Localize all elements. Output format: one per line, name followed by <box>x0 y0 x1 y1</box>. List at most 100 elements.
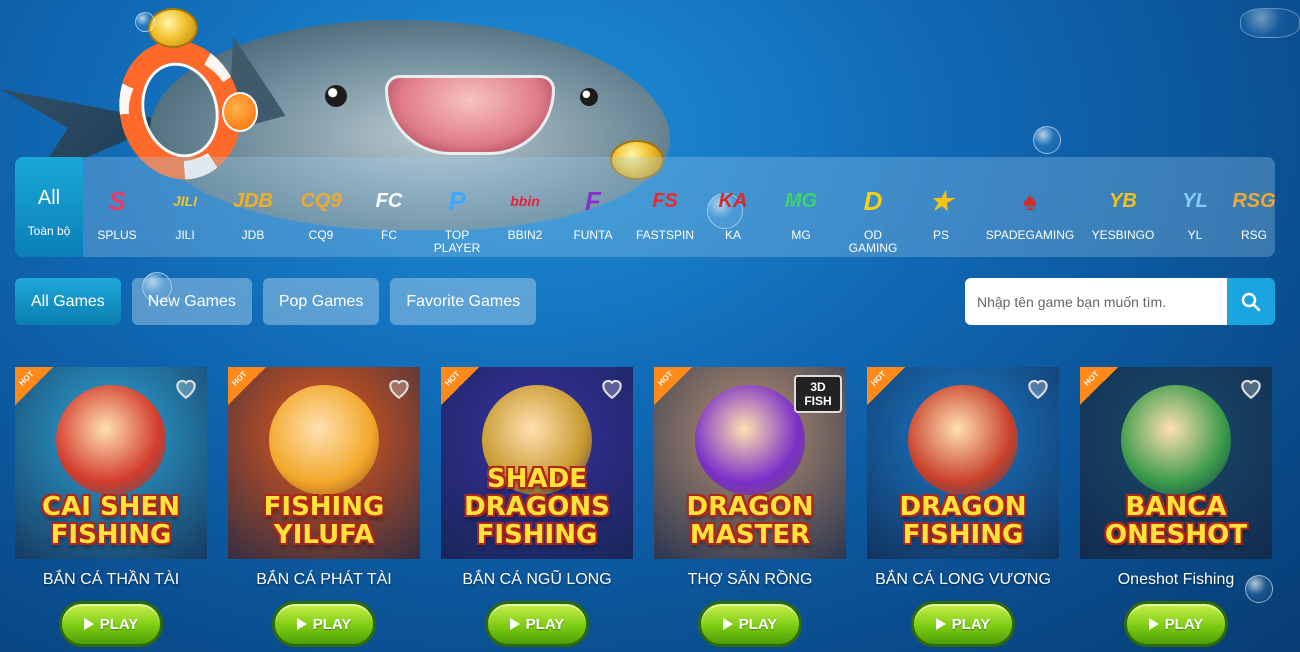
play-label: PLAY <box>99 615 139 633</box>
provider-spadegaming[interactable]: ♠ SPADEGAMING <box>975 157 1085 257</box>
provider-logo-icon: JILI <box>172 193 198 209</box>
favorite-heart-icon[interactable] <box>599 375 625 401</box>
tab-pop-games[interactable]: Pop Games <box>262 278 380 325</box>
provider-logo-icon: D <box>863 185 883 216</box>
game-logo-title: DRAGON MASTER <box>686 492 814 550</box>
provider-logo-icon: P <box>448 185 466 216</box>
provider-jdb[interactable]: JDB JDB <box>219 157 287 257</box>
game-thumbnail[interactable]: HOT SHADE DRAGONS FISHING <box>441 367 633 559</box>
play-button[interactable]: PLAY <box>1124 601 1228 647</box>
provider-jili[interactable]: JILI JILI <box>151 157 219 257</box>
play-icon <box>935 618 946 630</box>
play-button[interactable]: PLAY <box>272 601 376 647</box>
game-name: BẮN CÁ LONG VƯƠNG <box>875 571 1051 588</box>
provider-label: TOP PLAYER <box>433 228 481 255</box>
hot-badge: HOT <box>228 367 266 405</box>
game-search <box>965 278 1275 325</box>
game-thumbnail[interactable]: HOT DRAGON FISHING <box>867 367 1059 559</box>
provider-rsg[interactable]: RSG RSG <box>1229 157 1275 257</box>
play-button[interactable]: PLAY <box>698 601 802 647</box>
gold-coin-art <box>148 8 198 48</box>
provider-label: YESBINGO <box>1091 228 1155 242</box>
provider-funta[interactable]: F FUNTA <box>559 157 627 257</box>
game-name: THỢ SĂN RỒNG <box>687 571 813 588</box>
provider-logo-icon: MG <box>784 189 818 212</box>
provider-label: FC <box>381 228 397 242</box>
game-character-art <box>695 385 805 495</box>
provider-label: YL <box>1187 228 1203 242</box>
tab-favorite-games[interactable]: Favorite Games <box>390 278 537 325</box>
provider-cq9[interactable]: CQ9 CQ9 <box>287 157 355 257</box>
play-icon <box>296 618 307 630</box>
game-thumbnail[interactable]: HOT 3D FISH DRAGON MASTER <box>654 367 846 559</box>
tab-new-games[interactable]: New Games <box>131 278 252 325</box>
game-card: HOT SHADE DRAGONS FISHING BẮN CÁ NGŨ LON… <box>441 367 633 647</box>
game-thumbnail[interactable]: HOT BANCA ONESHOT <box>1080 367 1272 559</box>
provider-fc[interactable]: FC FC <box>355 157 423 257</box>
hot-badge: HOT <box>15 367 53 405</box>
provider-ps[interactable]: ★ PS <box>907 157 975 257</box>
provider-label: FUNTA <box>573 228 613 242</box>
play-label: PLAY <box>738 615 778 633</box>
game-name: BẮN CÁ THẦN TÀI <box>42 571 180 588</box>
provider-logo-icon: YB <box>1109 189 1137 212</box>
provider-all[interactable]: All Toàn bộ <box>15 157 83 257</box>
play-label: PLAY <box>525 615 565 633</box>
provider-label: JILI <box>175 228 195 242</box>
provider-yl[interactable]: YL YL <box>1161 157 1229 257</box>
play-button[interactable]: PLAY <box>485 601 589 647</box>
game-logo-title: DRAGON FISHING <box>899 492 1027 550</box>
game-thumbnail[interactable]: HOT CAI SHEN FISHING <box>15 367 207 559</box>
search-icon <box>1241 292 1261 311</box>
game-name: Oneshot Fishing <box>1117 571 1235 588</box>
favorite-heart-icon[interactable] <box>1238 375 1264 401</box>
provider-logo-icon: F <box>585 185 601 216</box>
provider-yesbingo[interactable]: YB YESBINGO <box>1085 157 1161 257</box>
provider-mg[interactable]: MG MG <box>763 157 839 257</box>
provider-filter-bar: All Toàn bộ S SPLUS JILI JILI JDB JDB CQ9 CQ9 FC… <box>15 157 1275 257</box>
game-character-art <box>269 385 379 495</box>
game-logo-title: CAI SHEN FISHING <box>42 492 180 550</box>
game-card: HOT BANCA ONESHOT Oneshot Fishing PLAY <box>1080 367 1272 647</box>
provider-splus[interactable]: S SPLUS <box>83 157 151 257</box>
provider-label: PS <box>932 228 949 242</box>
provider-od-gaming[interactable]: D OD GAMING <box>839 157 907 257</box>
play-icon <box>83 618 94 630</box>
game-filter-tabs: All Games New Games Pop Games Favorite G… <box>15 278 537 325</box>
play-label: PLAY <box>1164 615 1204 633</box>
provider-label: KA <box>724 228 741 242</box>
play-button[interactable]: PLAY <box>911 601 1015 647</box>
bubble-art <box>135 12 155 32</box>
provider-logo-icon: S <box>108 185 126 216</box>
play-button[interactable]: PLAY <box>59 601 163 647</box>
favorite-heart-icon[interactable] <box>386 375 412 401</box>
hot-badge: HOT <box>654 367 692 405</box>
provider-bbin2[interactable]: bbin BBIN2 <box>491 157 559 257</box>
provider-logo-icon: FC <box>375 189 403 212</box>
hot-badge: HOT <box>1080 367 1118 405</box>
search-input[interactable] <box>965 278 1227 325</box>
bubble-art <box>1240 8 1300 38</box>
provider-all-label: All <box>37 186 61 209</box>
bubble-art <box>1033 126 1061 154</box>
favorite-heart-icon[interactable] <box>173 375 199 401</box>
game-character-art <box>56 385 166 495</box>
provider-fastspin[interactable]: FS FASTSPIN <box>627 157 703 257</box>
provider-logo-icon: ♠ <box>1023 185 1037 216</box>
play-icon <box>722 618 733 630</box>
provider-label: SPADEGAMING <box>985 228 1075 242</box>
shark-eye-art <box>325 85 347 107</box>
game-card: HOT FISHING YILUFA BẮN CÁ PHÁT TÀI PLAY <box>228 367 420 647</box>
favorite-heart-icon[interactable] <box>1025 375 1051 401</box>
provider-logo-icon: FS <box>652 189 678 212</box>
play-label: PLAY <box>312 615 352 633</box>
search-button[interactable] <box>1227 278 1275 325</box>
tab-all-games[interactable]: All Games <box>15 278 121 325</box>
hot-badge: HOT <box>441 367 479 405</box>
provider-ka[interactable]: KA KA <box>703 157 763 257</box>
game-thumbnail[interactable]: HOT FISHING YILUFA <box>228 367 420 559</box>
provider-logo-icon: YL <box>1182 189 1208 212</box>
play-label: PLAY <box>951 615 991 633</box>
provider-top-player[interactable]: P TOP PLAYER <box>423 157 491 257</box>
game-character-art <box>908 385 1018 495</box>
